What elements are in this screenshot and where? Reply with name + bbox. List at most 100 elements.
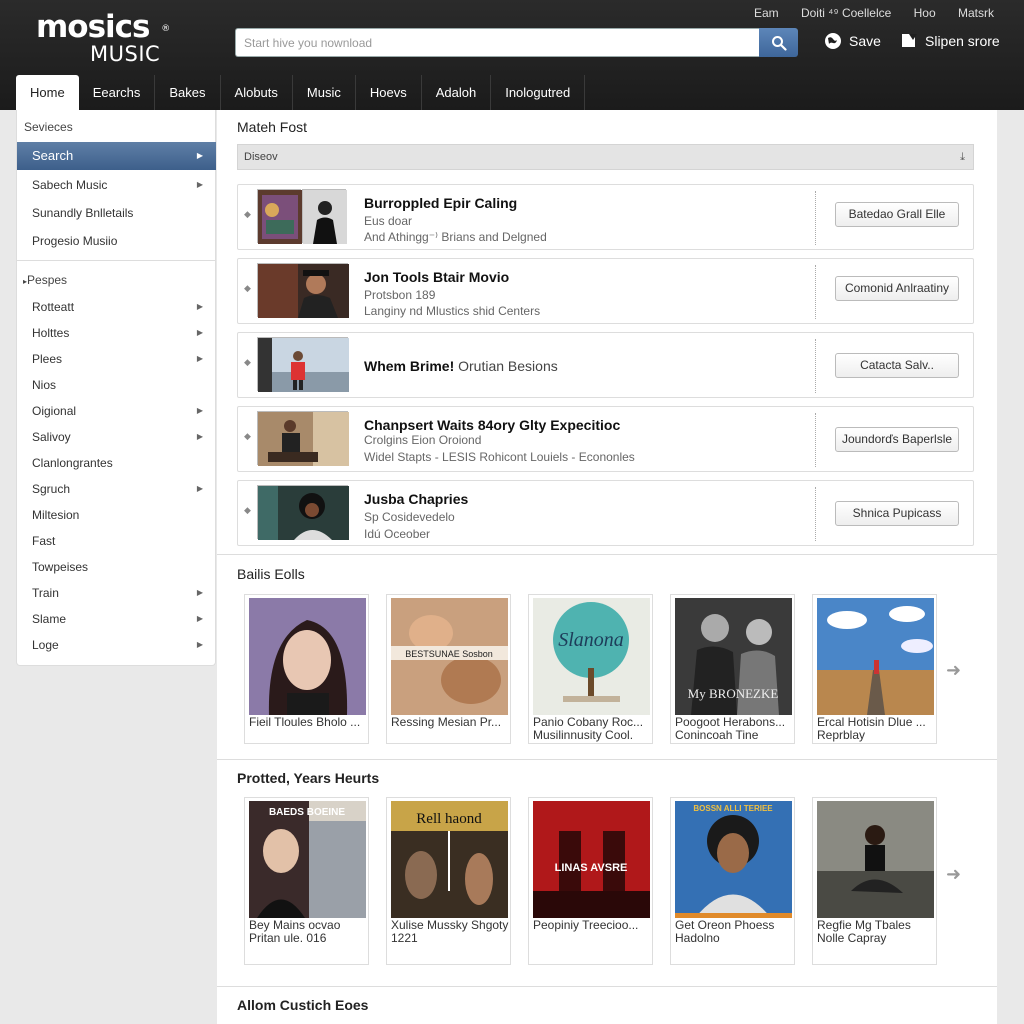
globe-icon (825, 33, 841, 49)
sidebar-item[interactable]: Towpeises (17, 554, 216, 580)
next-arrow-icon[interactable]: ➜ (946, 864, 961, 885)
tab-music[interactable]: Music (293, 75, 356, 110)
brand-logo[interactable]: mosics ® MUSIC (36, 10, 170, 66)
result-action-button[interactable]: Shnica Pupicass (835, 501, 959, 526)
album-card[interactable]: Fieil Tloules Bholo ... (244, 594, 369, 744)
tab-inologutred[interactable]: Inologutred (491, 75, 586, 110)
sidebar-item[interactable]: Loge ▶ (17, 632, 216, 658)
sidebar-item[interactable]: Slame ▶ (17, 606, 216, 632)
sidebar-item-progesio[interactable]: Progesio Musiio (17, 228, 216, 254)
section-divider (217, 759, 997, 760)
result-title[interactable]: Whem Brime! (364, 358, 454, 374)
album-caption: Ressing Mesian Pr... (391, 715, 502, 729)
sidebar-item-sunandly[interactable]: Sunandly Bnlletails (17, 200, 216, 226)
album-art: Slanona (533, 598, 650, 715)
sidebar-item-label: Rotteatt (32, 300, 75, 314)
result-row[interactable]: ◆ Jusba Chapries Sp Cosidevedelo Idú Oce… (237, 480, 974, 546)
sidebar-item-label: Oigional (32, 404, 77, 418)
album-caption: Poogoot Herabons... Conincoah Tine (675, 715, 786, 742)
tab-eearchs[interactable]: Eearchs (79, 75, 156, 110)
bullet-icon: ◆ (244, 209, 251, 219)
result-title[interactable]: Burroppled Epir Caling (364, 195, 517, 211)
sidebar-item[interactable]: Nios (17, 372, 216, 398)
row-divider (815, 413, 816, 467)
sidebar-item-label: Slame (32, 612, 67, 626)
album-caption: Regfie Mg Tbales Nolle Capray (817, 918, 911, 945)
result-row[interactable]: ◆ Chanpsert Waits 84ory Glty Expecitioc … (237, 406, 974, 472)
album-card[interactable]: Rell haond Xulise Mussky Shgoty 1221 (386, 797, 511, 965)
toplink-3[interactable]: Hoo (914, 6, 936, 20)
download-icon[interactable]: ⤓ (960, 145, 965, 169)
toplink-4[interactable]: Matsrk (958, 6, 994, 20)
search-button[interactable] (759, 28, 798, 57)
tab-bakes[interactable]: Bakes (155, 75, 221, 110)
sidebar-item[interactable]: Holttes ▶ (17, 320, 216, 346)
sidebar-item[interactable]: Sgruch ▶ (17, 476, 216, 502)
bullet-icon: ◆ (244, 357, 251, 367)
album-card[interactable]: LINAS AVSRE Peopiniy Treecioo... (528, 797, 653, 965)
sidebar-item[interactable]: Clanlongrantes (17, 450, 216, 476)
result-row[interactable]: ◆ Whem Brime! Orutian Besions Catacta Sa… (237, 332, 974, 398)
result-row[interactable]: ◆ Burroppled Epir Caling Eus doar And At… (237, 184, 974, 250)
result-action-button[interactable]: Catacta Salv.. (835, 353, 959, 378)
album-caption: Peopiniy Treecioo... (533, 918, 639, 932)
sidebar-item-label: Clanlongrantes (32, 456, 113, 470)
sidebar-item[interactable]: Plees ▶ (17, 346, 216, 372)
result-action-button[interactable]: Comonid Anlraatiny (835, 276, 959, 301)
album-art (249, 598, 366, 715)
sidebar-item-label: Progesio Musiio (32, 234, 118, 248)
result-title[interactable]: Jon Tools Btair Movio (364, 269, 509, 285)
result-title-extra: Orutian Besions (458, 358, 558, 374)
tab-home[interactable]: Home (16, 75, 79, 110)
sidebar-item[interactable]: Oigional ▶ (17, 398, 216, 424)
sidebar-group-label: Pespes (27, 273, 68, 287)
tab-hoevs[interactable]: Hoevs (356, 75, 422, 110)
sidebar-item-label: Train (32, 586, 59, 600)
chevron-right-icon: ▶ (196, 151, 203, 160)
result-action-button[interactable]: Joundorďs Baperlsle (835, 427, 959, 452)
album-art: BESTSUNAE Sosbon (391, 598, 508, 715)
sidebar-item-sabech-music[interactable]: Sabech Music ▶ (17, 172, 216, 198)
album-card[interactable]: Regfie Mg Tbales Nolle Capray (812, 797, 937, 965)
result-action-button[interactable]: Batedao Grall Elle (835, 202, 959, 227)
sidebar-item[interactable]: Salivoy ▶ (17, 424, 216, 450)
album-card[interactable]: My BRONEZKE Poogoot Herabons... Conincoa… (670, 594, 795, 744)
registered-mark: ® (161, 24, 170, 34)
sidebar-item[interactable]: Rotteatt ▶ (17, 294, 216, 320)
album-caption: Ercal Hotisin Dlue ... Reprblay (817, 715, 926, 742)
logo-subtitle: MUSIC (90, 42, 161, 66)
chevron-right-icon: ▶ (196, 406, 203, 415)
result-title[interactable]: Chanpsert Waits 84ory Glty Expecitioc (364, 417, 620, 433)
album-card[interactable]: BAEDS BOEINE Bey Mains ocvao Pritan ule.… (244, 797, 369, 965)
chevron-right-icon: ▶ (196, 640, 203, 649)
album-card[interactable]: Ercal Hotisin Dlue ... Reprblay (812, 594, 937, 744)
signin-button[interactable]: Slipen srore (901, 32, 1000, 49)
next-arrow-icon[interactable]: ➜ (946, 660, 961, 681)
top-header: mosics ® MUSIC Eam Doiti ⁴⁹ Coellelce Hoo… (0, 0, 1024, 110)
sort-filter-bar[interactable]: Diseov ⤓ (237, 144, 974, 170)
bullet-icon: ◆ (244, 505, 251, 515)
sidebar-item-search[interactable]: Search ▶ (17, 142, 216, 170)
sidebar-item-label: Sabech Music (32, 178, 108, 192)
result-description: Widel Stapts - LESIS Rohicont Louiels - … (364, 450, 635, 464)
result-row[interactable]: ◆ Jon Tools Btair Movio Protsbon 189 Lan… (237, 258, 974, 324)
toplink-2[interactable]: Doiti ⁴⁹ Coellelce (801, 6, 891, 20)
album-card[interactable]: BOSSN ALLI TERIEE Get Oreon Phoess Hadol… (670, 797, 795, 965)
sidebar-item[interactable]: Fast (17, 528, 216, 554)
album-card[interactable]: BESTSUNAE Sosbon Ressing Mesian Pr... (386, 594, 511, 744)
result-thumbnail (257, 189, 302, 244)
toplink-1[interactable]: Eam (754, 6, 779, 20)
album-card[interactable]: Slanona Panio Cobany Roc... Musilinnusit… (528, 594, 653, 744)
sidebar-item[interactable]: Miltesion (17, 502, 216, 528)
result-thumbnail (257, 337, 349, 392)
sidebar-item[interactable]: Train ▶ (17, 580, 216, 606)
album-art-text: BESTSUNAE Sosbon (405, 649, 493, 659)
section-divider (217, 986, 997, 987)
tab-adaloh[interactable]: Adaloh (422, 75, 492, 110)
result-title[interactable]: Jusba Chapries (364, 491, 468, 507)
sidebar-group-heading[interactable]: ▸Pespes (23, 273, 67, 287)
search-input[interactable] (235, 28, 759, 57)
save-button[interactable]: Save (824, 32, 881, 50)
album-art: Rell haond (391, 801, 508, 918)
tab-alobuts[interactable]: Alobuts (221, 75, 293, 110)
